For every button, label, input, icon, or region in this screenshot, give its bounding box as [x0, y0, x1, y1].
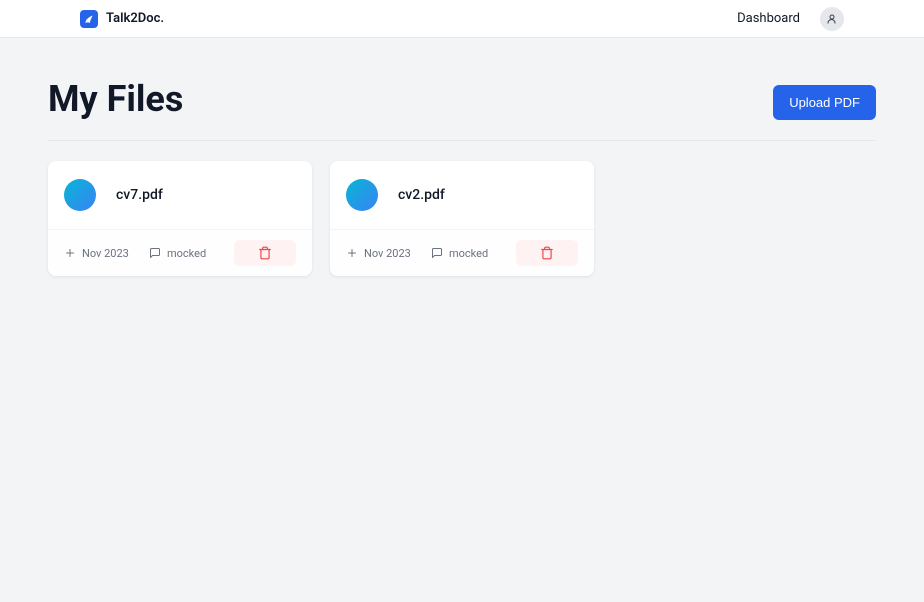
navbar-brand[interactable]: Talk2Doc. — [80, 10, 164, 28]
file-name: cv2.pdf — [398, 187, 445, 203]
user-menu-button[interactable] — [820, 7, 844, 31]
file-date: Nov 2023 — [64, 247, 141, 260]
upload-pdf-button[interactable]: Upload PDF — [773, 85, 876, 120]
page-header: My Files Upload PDF — [48, 78, 876, 141]
user-icon — [826, 13, 838, 25]
file-card[interactable]: cv7.pdf Nov 2023 mocked — [48, 161, 312, 276]
files-grid: cv7.pdf Nov 2023 mocked — [48, 161, 876, 276]
logo-icon — [80, 10, 98, 28]
file-date-text: Nov 2023 — [82, 247, 129, 260]
brand-text: Talk2Doc. — [106, 11, 164, 26]
main-content: My Files Upload PDF cv7.pdf Nov 2023 — [0, 38, 924, 316]
page-title: My Files — [48, 78, 183, 120]
trash-icon — [540, 246, 554, 260]
message-icon — [149, 247, 161, 259]
navbar-right: Dashboard — [737, 7, 844, 31]
file-card[interactable]: cv2.pdf Nov 2023 mocked — [330, 161, 594, 276]
delete-file-button[interactable] — [234, 240, 296, 266]
file-avatar-icon — [346, 179, 378, 211]
file-card-footer: Nov 2023 mocked — [48, 229, 312, 276]
delete-file-button[interactable] — [516, 240, 578, 266]
navbar: Talk2Doc. Dashboard — [0, 0, 924, 38]
file-comment-text: mocked — [449, 247, 488, 260]
file-name: cv7.pdf — [116, 187, 163, 203]
plus-icon — [64, 247, 76, 259]
file-avatar-icon — [64, 179, 96, 211]
file-comment-text: mocked — [167, 247, 206, 260]
message-icon — [431, 247, 443, 259]
trash-icon — [258, 246, 272, 260]
file-card-footer: Nov 2023 mocked — [330, 229, 594, 276]
file-card-header: cv7.pdf — [48, 161, 312, 229]
file-card-header: cv2.pdf — [330, 161, 594, 229]
file-comment: mocked — [431, 247, 508, 260]
plus-icon — [346, 247, 358, 259]
dashboard-link[interactable]: Dashboard — [737, 11, 800, 26]
file-date: Nov 2023 — [346, 247, 423, 260]
file-comment: mocked — [149, 247, 226, 260]
file-date-text: Nov 2023 — [364, 247, 411, 260]
